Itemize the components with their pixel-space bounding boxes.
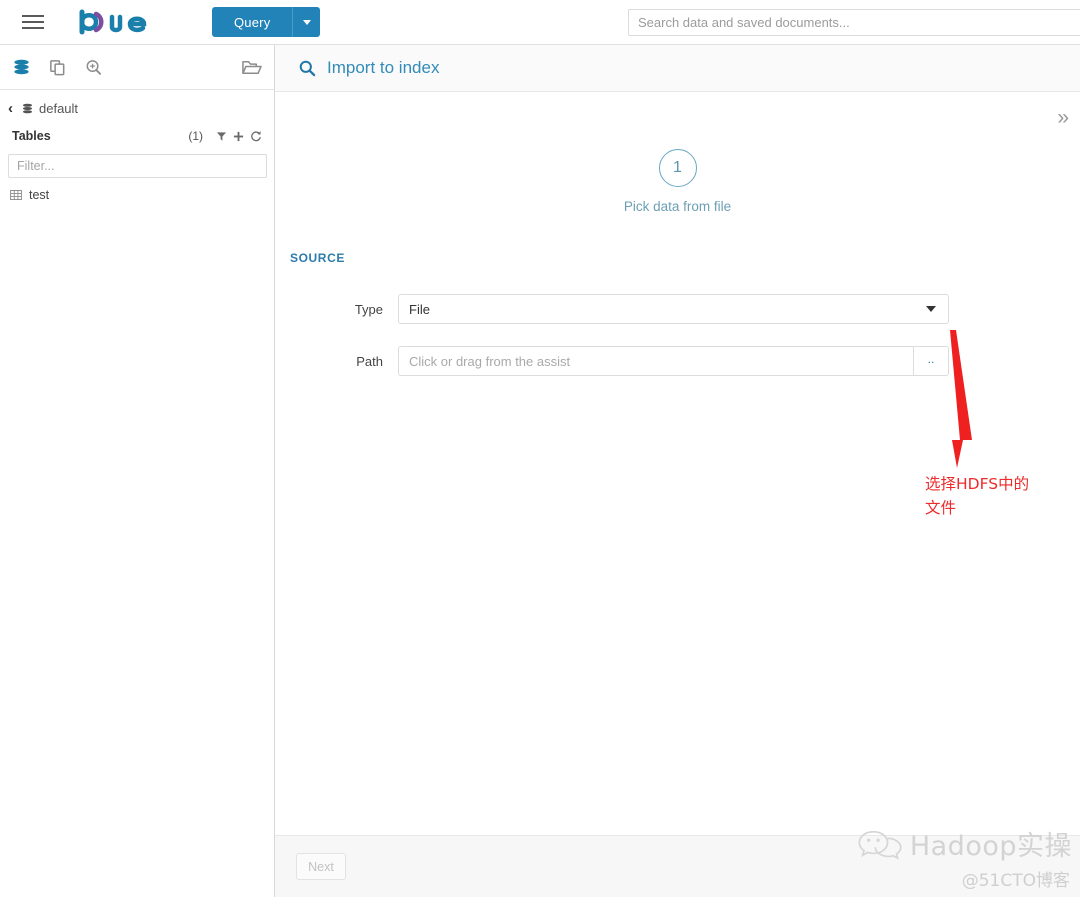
type-select-value: File <box>409 301 430 317</box>
search-icon <box>299 60 316 76</box>
caret-down-icon <box>926 306 936 312</box>
annotation-line-2: 文件 <box>925 498 957 517</box>
double-chevron-right-icon[interactable]: » <box>1057 107 1069 128</box>
table-name: test <box>29 188 50 202</box>
refresh-tables-button[interactable] <box>250 130 262 142</box>
magnifier-plus-icon <box>86 59 102 75</box>
list-item[interactable]: test <box>0 184 274 206</box>
hamburger-line <box>22 15 44 17</box>
hamburger-line <box>22 27 44 29</box>
global-search <box>628 9 1080 36</box>
filter-tables-button[interactable] <box>216 131 227 142</box>
query-button[interactable]: Query <box>212 7 321 37</box>
breadcrumb-database-name: default <box>39 100 79 116</box>
type-field-label: Type <box>354 301 383 317</box>
path-field-row: Path .. <box>275 346 1080 376</box>
hue-logo[interactable] <box>76 0 176 45</box>
path-input-group: .. <box>398 346 949 376</box>
hue-application-window: Query Search data and saved documents...… <box>0 0 1080 897</box>
search-input[interactable] <box>628 9 1080 36</box>
tables-filter-wrapper <box>0 148 274 178</box>
sidebar-item-sources[interactable] <box>12 58 31 77</box>
assist-panel: ‹ default Tables (1) Filter... test <box>0 45 275 897</box>
refresh-icon <box>251 131 261 142</box>
step-label: Pick data from file <box>623 199 732 214</box>
page-title: Import to index <box>327 58 440 77</box>
type-field-row: Type File <box>275 294 1080 324</box>
main-content: Import to index » 1 Pick data from file … <box>275 45 1080 897</box>
sidebar-item-search[interactable] <box>84 58 103 77</box>
assist-tab-bar <box>0 45 274 90</box>
chevron-down-icon <box>302 19 311 25</box>
documents-copy-icon <box>50 59 65 75</box>
path-browse-button[interactable]: .. <box>913 346 949 376</box>
source-form: Type File Path .. <box>275 294 1080 376</box>
wizard-footer: Next <box>275 835 1080 897</box>
tables-count: (1) <box>188 129 203 143</box>
breadcrumb[interactable]: ‹ default <box>0 94 274 122</box>
wizard-step-indicator: 1 Pick data from file <box>275 92 1080 214</box>
content-header: Import to index <box>275 45 1080 92</box>
plus-icon <box>233 131 244 141</box>
database-stack-icon <box>14 59 29 74</box>
chevron-left-icon[interactable]: ‹ <box>8 101 13 116</box>
type-select[interactable]: File <box>398 294 949 324</box>
source-section-title: SOURCE <box>290 251 345 265</box>
top-navigation-bar: Query <box>0 0 1080 45</box>
tables-header: Tables (1) <box>0 124 274 148</box>
open-folder-button[interactable] <box>241 58 262 77</box>
tables-header-label: Tables <box>12 129 51 143</box>
table-grid-icon <box>10 189 22 201</box>
next-button[interactable]: Next <box>296 853 346 880</box>
sidebar-item-documents[interactable] <box>48 58 67 77</box>
query-dropdown-toggle[interactable] <box>292 7 320 37</box>
step-number-badge: 1 <box>658 149 697 187</box>
open-folder-icon <box>242 60 262 74</box>
path-field-label: Path <box>356 353 383 369</box>
hamburger-menu-icon[interactable] <box>10 0 56 45</box>
tables-filter-input[interactable] <box>8 154 267 178</box>
hamburger-line <box>22 21 44 23</box>
annotation-line-1: 选择HDFS中的 <box>925 475 1030 493</box>
hue-logo-icon <box>79 9 147 35</box>
add-table-button[interactable] <box>233 131 244 142</box>
funnel-filter-icon <box>216 131 227 141</box>
query-button-label: Query <box>234 14 271 30</box>
annotation-text: 选择HDFS中的 文件 <box>925 473 1075 520</box>
path-input[interactable] <box>398 346 913 376</box>
database-icon <box>22 103 33 113</box>
